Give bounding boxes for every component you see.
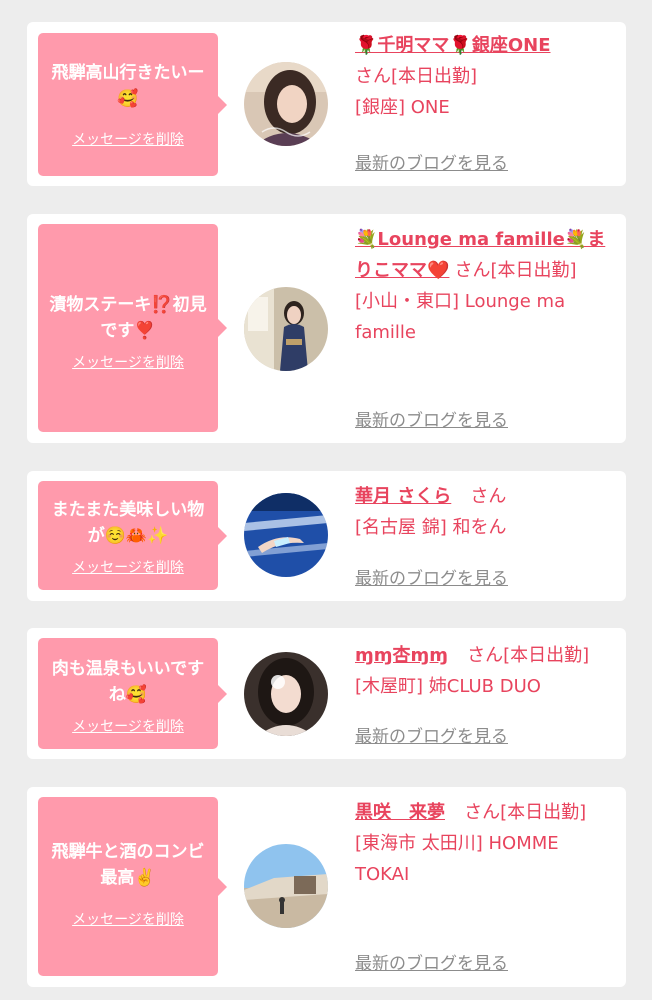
sender-info: 💐Lounge ma famille💐まりこママ❤️ さん[本日出勤] [小山・… [355,224,617,348]
latest-blog-link[interactable]: 最新のブログを見る [355,949,508,974]
message-bubble: 飛騨牛と酒のコンビ最高✌️ メッセージを削除 [38,797,227,976]
sender-info: 黒咲 来夢 さん[本日出勤] [東海市 太田川] HOMME TOKAI [355,797,617,890]
sender-area-shop: [東海市 太田川] HOMME TOKAI [355,833,559,885]
sender-info: ɱɱ杏ɱɱ さん[本日出勤] [木屋町] 姉CLUB DUO [355,640,617,702]
sender-status: さん[本日出勤] [355,66,478,87]
message-text: 漬物ステーキ⁉️初見です❣️ [49,295,207,341]
avatar[interactable] [244,844,328,928]
latest-blog-link[interactable]: 最新のブログを見る [355,564,508,589]
sender-status: さん[本日出勤] [464,802,587,823]
sender-status: さん [470,486,507,507]
avatar[interactable] [244,62,328,146]
message-card: 漬物ステーキ⁉️初見です❣️ メッセージを削除 💐Lounge ma famil… [27,214,626,443]
sender-name-link[interactable]: 華月 さくら [355,486,451,507]
message-card: 飛騨高山行きたいー🥰 メッセージを削除 🌹千明ママ🌹銀座ONE さん[本日出勤]… [27,22,626,186]
message-text: またまた美味しい物が☺️🦀✨ [51,500,205,546]
sender-name-link[interactable]: 🌹千明ママ🌹銀座ONE [355,35,551,56]
sender-area-shop: [名古屋 錦] 和をん [355,517,507,538]
sender-area-shop: [小山・東口] Lounge ma famille [355,291,566,343]
message-card: またまた美味しい物が☺️🦀✨ メッセージを削除 華月 さくら さん [名古屋 錦… [27,471,626,601]
message-text: 肉も温泉もいいですね🥰 [51,659,205,705]
message-bubble: 飛騨高山行きたいー🥰 メッセージを削除 [38,33,227,176]
avatar[interactable] [244,287,328,371]
message-bubble: 漬物ステーキ⁉️初見です❣️ メッセージを削除 [38,224,227,432]
sender-status: さん[本日出勤] [454,260,577,281]
message-text: 飛騨高山行きたいー🥰 [51,63,205,109]
delete-message-link[interactable]: メッセージを削除 [38,716,218,736]
sender-info: 華月 さくら さん [名古屋 錦] 和をん [355,481,617,543]
message-bubble: またまた美味しい物が☺️🦀✨ メッセージを削除 [38,481,227,590]
delete-message-link[interactable]: メッセージを削除 [38,557,218,577]
avatar[interactable] [244,493,328,577]
delete-message-link[interactable]: メッセージを削除 [38,909,218,929]
message-card: 飛騨牛と酒のコンビ最高✌️ メッセージを削除 黒咲 来夢 さん[本日出勤] [東… [27,787,626,987]
latest-blog-link[interactable]: 最新のブログを見る [355,406,508,431]
sender-status: さん[本日出勤] [467,645,590,666]
sender-name-link[interactable]: ɱɱ杏ɱɱ [355,645,448,666]
sender-area-shop: [銀座] ONE [355,97,450,118]
latest-blog-link[interactable]: 最新のブログを見る [355,722,508,747]
latest-blog-link[interactable]: 最新のブログを見る [355,149,508,174]
sender-info: 🌹千明ママ🌹銀座ONE さん[本日出勤] [銀座] ONE [355,30,617,123]
avatar[interactable] [244,652,328,736]
message-card: 肉も温泉もいいですね🥰 メッセージを削除 ɱɱ杏ɱɱ さん[本日出勤] [木屋町… [27,628,626,759]
sender-name-link[interactable]: 黒咲 来夢 [355,802,445,823]
delete-message-link[interactable]: メッセージを削除 [38,352,218,372]
message-bubble: 肉も温泉もいいですね🥰 メッセージを削除 [38,638,227,749]
message-list: 飛騨高山行きたいー🥰 メッセージを削除 🌹千明ママ🌹銀座ONE さん[本日出勤]… [0,0,652,1000]
sender-area-shop: [木屋町] 姉CLUB DUO [355,676,541,697]
message-text: 飛騨牛と酒のコンビ最高✌️ [51,842,205,888]
delete-message-link[interactable]: メッセージを削除 [38,129,218,149]
